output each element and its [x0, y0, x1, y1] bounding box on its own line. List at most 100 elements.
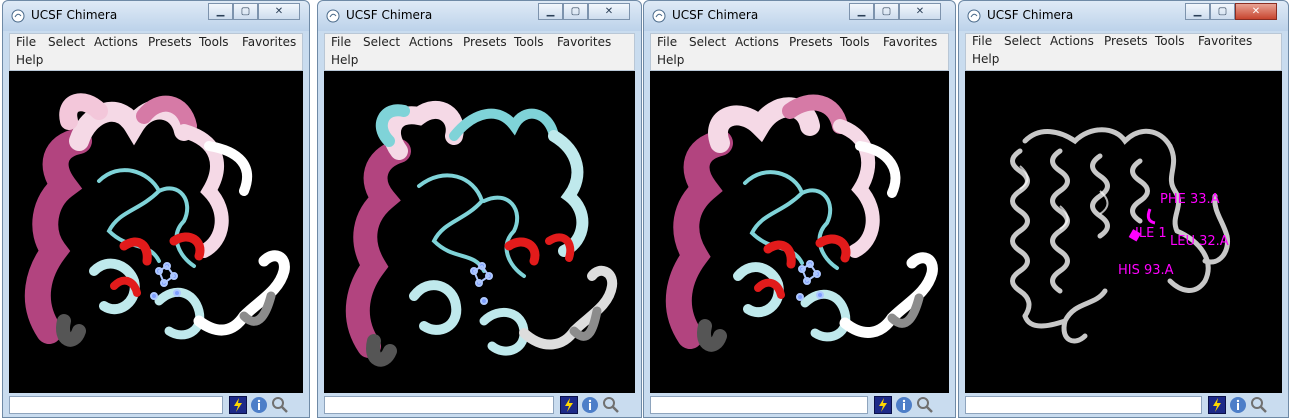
- residue-label: ILE 1: [1135, 226, 1167, 241]
- menu-help[interactable]: Help: [972, 52, 999, 66]
- close-button[interactable]: ✕: [899, 3, 941, 20]
- close-icon: ✕: [274, 6, 284, 17]
- command-line[interactable]: [324, 396, 554, 414]
- minimize-icon: ▁: [1193, 6, 1202, 17]
- menu-bar: File Select Actions Presets Tools Favori…: [650, 33, 949, 71]
- window-title: UCSF Chimera: [672, 8, 759, 22]
- chimera-app-icon: [652, 9, 666, 23]
- title-bar[interactable]: UCSF Chimera ▁ ▢ ✕: [644, 1, 955, 31]
- menu-file[interactable]: File: [972, 34, 992, 48]
- close-icon: ✕: [604, 6, 614, 17]
- status-bar: [965, 394, 1282, 416]
- minimize-button[interactable]: ▁: [208, 3, 233, 20]
- info-icon[interactable]: [1229, 396, 1247, 414]
- protein-ribbon-rendering: PHE 33.A ILE 1 LEU 32.A HIS 93.A: [1010, 127, 1231, 344]
- protein-worm-rendering: [665, 94, 938, 352]
- chimera-window-1: UCSF Chimera ▁ ▢ ✕ File Select Actions P…: [2, 0, 310, 418]
- menu-select[interactable]: Select: [689, 35, 726, 49]
- maximize-icon: ▢: [570, 6, 581, 17]
- menu-favorites[interactable]: Favorites: [242, 35, 296, 49]
- maximize-icon: ▢: [881, 6, 892, 17]
- command-line[interactable]: [965, 396, 1202, 414]
- menu-favorites[interactable]: Favorites: [557, 35, 611, 49]
- info-icon[interactable]: [581, 396, 599, 414]
- maximize-icon: ▢: [240, 6, 251, 17]
- command-line[interactable]: [9, 396, 223, 414]
- minimize-button[interactable]: ▁: [1185, 3, 1210, 20]
- minimize-button[interactable]: ▁: [538, 3, 563, 20]
- chimera-window-3: UCSF Chimera ▁ ▢ ✕ File Select Actions P…: [643, 0, 956, 418]
- window-title: UCSF Chimera: [987, 8, 1074, 22]
- menu-file[interactable]: File: [16, 35, 36, 49]
- graphics-viewport[interactable]: [650, 71, 949, 393]
- menu-presets[interactable]: Presets: [463, 35, 507, 49]
- chimera-app-icon: [967, 9, 981, 23]
- chimera-window-2: UCSF Chimera ▁ ▢ ✕ File Select Actions P…: [317, 0, 642, 418]
- menu-presets[interactable]: Presets: [1104, 34, 1148, 48]
- minimize-button[interactable]: ▁: [849, 3, 874, 20]
- residue-label: LEU 32.A: [1170, 234, 1229, 249]
- command-bolt-icon[interactable]: [560, 396, 578, 414]
- menu-tools[interactable]: Tools: [199, 35, 229, 49]
- residue-label: PHE 33.A: [1160, 192, 1220, 207]
- magnifier-icon[interactable]: [1250, 396, 1268, 414]
- status-bar: [9, 394, 303, 416]
- magnifier-icon[interactable]: [271, 396, 289, 414]
- menu-presets[interactable]: Presets: [789, 35, 833, 49]
- info-icon[interactable]: [895, 396, 913, 414]
- maximize-button[interactable]: ▢: [1210, 3, 1235, 20]
- menu-actions[interactable]: Actions: [409, 35, 453, 49]
- menu-favorites[interactable]: Favorites: [1198, 34, 1252, 48]
- command-bolt-icon[interactable]: [874, 396, 892, 414]
- status-bar: [650, 394, 949, 416]
- menu-bar: File Select Actions Presets Tools Favori…: [9, 33, 303, 71]
- menu-tools[interactable]: Tools: [840, 35, 870, 49]
- menu-help[interactable]: Help: [331, 53, 358, 67]
- maximize-icon: ▢: [1217, 6, 1228, 17]
- command-bolt-icon[interactable]: [229, 396, 247, 414]
- graphics-viewport[interactable]: PHE 33.A ILE 1 LEU 32.A HIS 93.A: [965, 71, 1282, 393]
- menu-select[interactable]: Select: [1004, 34, 1041, 48]
- menu-actions[interactable]: Actions: [94, 35, 138, 49]
- menu-actions[interactable]: Actions: [735, 35, 779, 49]
- title-bar[interactable]: UCSF Chimera ▁ ▢ ✕: [318, 1, 641, 31]
- menu-bar: File Select Actions Presets Tools Favori…: [965, 33, 1282, 71]
- close-button[interactable]: ✕: [588, 3, 630, 20]
- menu-tools[interactable]: Tools: [1155, 34, 1185, 48]
- window-title: UCSF Chimera: [31, 8, 118, 22]
- magnifier-icon[interactable]: [602, 396, 620, 414]
- minimize-icon: ▁: [857, 6, 866, 17]
- magnifier-icon[interactable]: [916, 396, 934, 414]
- menu-select[interactable]: Select: [48, 35, 85, 49]
- close-icon: ✕: [915, 6, 925, 17]
- menu-file[interactable]: File: [331, 35, 351, 49]
- close-button[interactable]: ✕: [1235, 3, 1277, 20]
- menu-select[interactable]: Select: [363, 35, 400, 49]
- graphics-viewport[interactable]: [324, 71, 635, 393]
- title-bar[interactable]: UCSF Chimera ▁ ▢ ✕: [959, 1, 1288, 31]
- command-line[interactable]: [650, 396, 868, 414]
- window-title: UCSF Chimera: [346, 8, 433, 22]
- maximize-button[interactable]: ▢: [563, 3, 588, 20]
- menu-file[interactable]: File: [657, 35, 677, 49]
- chimera-app-icon: [11, 9, 25, 23]
- maximize-button[interactable]: ▢: [233, 3, 258, 20]
- menu-tools[interactable]: Tools: [514, 35, 544, 49]
- protein-worm-rendering: [24, 93, 290, 347]
- close-button[interactable]: ✕: [258, 3, 300, 20]
- graphics-viewport[interactable]: [9, 71, 303, 393]
- menu-help[interactable]: Help: [657, 53, 684, 67]
- menu-presets[interactable]: Presets: [148, 35, 192, 49]
- menu-bar: File Select Actions Presets Tools Favori…: [324, 33, 635, 71]
- title-bar[interactable]: UCSF Chimera ▁ ▢ ✕: [3, 1, 309, 31]
- status-bar: [324, 394, 635, 416]
- chimera-app-icon: [326, 9, 340, 23]
- minimize-icon: ▁: [216, 6, 225, 17]
- maximize-button[interactable]: ▢: [874, 3, 899, 20]
- command-bolt-icon[interactable]: [1208, 396, 1226, 414]
- menu-favorites[interactable]: Favorites: [883, 35, 937, 49]
- menu-help[interactable]: Help: [16, 53, 43, 67]
- menu-actions[interactable]: Actions: [1050, 34, 1094, 48]
- info-icon[interactable]: [250, 396, 268, 414]
- minimize-icon: ▁: [546, 6, 555, 17]
